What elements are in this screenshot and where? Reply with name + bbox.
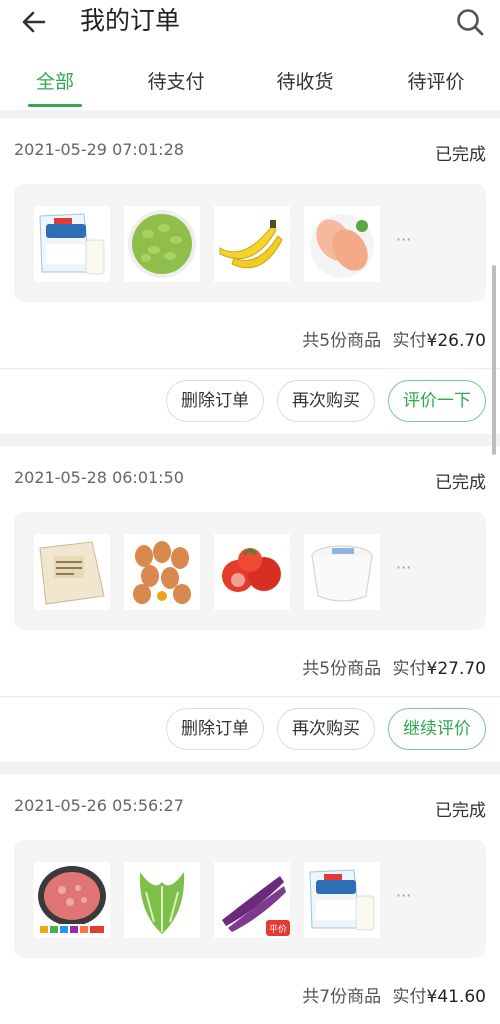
active-tab-indicator [28,104,82,107]
order-summary: 共5份商品 实付¥27.70 [302,654,486,679]
buy-again-button[interactable]: 再次购买 [277,708,375,750]
order-time: 2021-05-28 06:01:50 [14,468,184,487]
yogurt-cup-image [304,534,380,610]
order-status: 已完成 [435,473,486,493]
order-card[interactable]: 2021-05-29 07:01:28 已完成 ··· 共5份商品 实付¥26.… [0,118,500,434]
tab-pending-payment[interactable]: 待支付 [136,64,216,104]
lettuce-image [124,862,200,938]
paid-amount: ¥41.60 [426,987,486,1007]
tab-all[interactable]: 全部 [18,64,92,104]
order-header: 2021-05-26 05:56:27 已完成 [14,796,486,822]
milk-bag-image [304,862,380,938]
goods-thumbnails[interactable]: ··· [14,184,486,302]
banana-image [214,206,290,282]
eggs-image [124,534,200,610]
goods-thumbnails[interactable]: ··· [14,512,486,630]
continue-review-button[interactable]: 继续评价 [388,708,486,750]
order-time: 2021-05-29 07:01:28 [14,140,184,159]
paid-amount: ¥27.70 [426,659,486,679]
order-summary: 共7份商品 实付¥41.60 [302,982,486,1007]
divider [0,696,500,697]
item-count: 共5份商品 [302,331,382,351]
item-count: 共5份商品 [302,659,382,679]
top-bar: 我的订单 [0,0,500,46]
price-badge: 平价 [269,924,287,935]
paid-label: 实付 [392,331,427,351]
order-header: 2021-05-28 06:01:50 已完成 [14,468,486,494]
more-items-indicator: ··· [396,886,412,905]
arrow-left-icon[interactable] [18,6,50,38]
delete-order-button[interactable]: 删除订单 [166,708,264,750]
tomatoes-image [214,534,290,610]
search-icon[interactable] [454,6,486,38]
milk-bag-image [34,206,110,282]
paid-amount: ¥26.70 [426,331,486,351]
soy-milk-bag-image [34,534,110,610]
header: 我的订单 全部 待支付 待收货 待评价 [0,0,500,110]
order-card[interactable]: 2021-05-26 05:56:27 已完成 平价 ··· 共7份商品 实付¥… [0,774,500,1024]
review-button[interactable]: 评价一下 [388,380,486,422]
order-summary: 共5份商品 实付¥26.70 [302,326,486,351]
goods-thumbnails[interactable]: 平价 ··· [14,840,486,958]
delete-order-button[interactable]: 删除订单 [166,380,264,422]
more-items-indicator: ··· [396,558,412,577]
page-title: 我的订单 [80,6,181,35]
tab-bar: 全部 待支付 待收货 待评价 [0,64,500,108]
order-status: 已完成 [435,145,486,165]
tab-pending-review[interactable]: 待评价 [396,64,476,104]
minced-pork-image [34,862,110,938]
paid-label: 实付 [392,987,427,1007]
divider [0,368,500,369]
eggplant-image: 平价 [214,862,290,938]
order-card[interactable]: 2021-05-28 06:01:50 已完成 ··· 共5份商品 实付¥27.… [0,446,500,762]
chicken-breast-image [304,206,380,282]
order-status: 已完成 [435,801,486,821]
buy-again-button[interactable]: 再次购买 [277,380,375,422]
scrollbar[interactable] [492,265,496,455]
more-items-indicator: ··· [396,230,412,249]
edamame-image [124,206,200,282]
order-time: 2021-05-26 05:56:27 [14,796,184,815]
order-header: 2021-05-29 07:01:28 已完成 [14,140,486,166]
item-count: 共7份商品 [302,987,382,1007]
tab-pending-receipt[interactable]: 待收货 [265,64,345,104]
paid-label: 实付 [392,659,427,679]
